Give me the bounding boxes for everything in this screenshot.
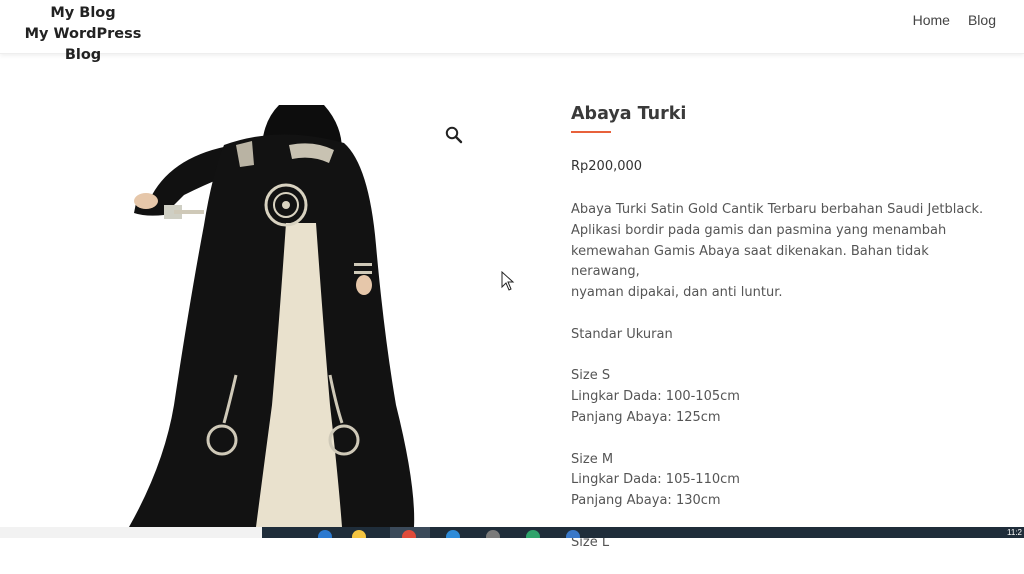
- product-summary: Abaya Turki Rp200,000 Abaya Turki Satin …: [571, 101, 991, 574]
- size-label: Size M: [571, 451, 614, 467]
- description-line: Abaya Turki Satin Gold Cantik Terbaru be…: [571, 202, 984, 217]
- taskbar-app-icon[interactable]: [318, 530, 332, 538]
- magnifier-icon: [445, 126, 463, 144]
- site-header: My Blog My WordPress Blog Home Blog: [0, 0, 1024, 63]
- product-title: Abaya Turki: [571, 104, 687, 124]
- size-length: Panjang Abaya: 130cm: [571, 493, 721, 509]
- site-branding: My Blog My WordPress Blog: [12, 3, 154, 66]
- size-chest: Lingkar Dada: 100-105cm: [571, 389, 740, 405]
- size-length: Panjang Abaya: 125cm: [571, 409, 721, 425]
- title-underline: [571, 131, 611, 133]
- taskbar-app-icon[interactable]: [446, 530, 460, 538]
- taskbar-app-icon[interactable]: [566, 530, 580, 538]
- os-taskbar: 11:2: [0, 527, 1024, 538]
- site-tagline: My WordPress Blog: [24, 26, 142, 63]
- product-price: Rp200,000: [571, 159, 643, 174]
- description-intro: Abaya Turki Satin Gold Cantik Terbaru be…: [571, 200, 991, 304]
- nav-item-blog[interactable]: Blog: [968, 12, 996, 28]
- size-block-m: Size M Lingkar Dada: 105-110cm Panjang A…: [571, 450, 991, 512]
- taskbar-search[interactable]: [0, 527, 262, 538]
- taskbar-app-icon[interactable]: [402, 530, 416, 538]
- product-image[interactable]: [24, 105, 484, 527]
- size-chest: Lingkar Dada: 105-110cm: [571, 472, 740, 488]
- size-standard-heading: Standar Ukuran: [571, 326, 673, 342]
- product-description: Abaya Turki Satin Gold Cantik Terbaru be…: [571, 200, 991, 554]
- description-line: Aplikasi bordir pada gamis dan pasmina y…: [571, 222, 947, 238]
- description-line: nyaman dipakai, dan anti luntur.: [571, 285, 783, 301]
- taskbar-app-icon[interactable]: [526, 530, 540, 538]
- abaya-photo: [129, 105, 415, 527]
- site-title[interactable]: My Blog: [12, 3, 154, 24]
- mouse-pointer-icon: [501, 271, 515, 291]
- taskbar-clock[interactable]: 11:2: [1007, 527, 1022, 538]
- primary-nav: Home Blog: [913, 12, 996, 28]
- taskbar-app-icon[interactable]: [352, 530, 366, 538]
- size-label: Size S: [571, 368, 611, 384]
- size-block-s: Size S Lingkar Dada: 100-105cm Panjang A…: [571, 366, 991, 428]
- taskbar-app-icon[interactable]: [486, 530, 500, 538]
- description-line: kemewahan Gamis Abaya saat dikenakan. Ba…: [571, 243, 929, 280]
- nav-item-home[interactable]: Home: [913, 12, 950, 28]
- zoom-button[interactable]: [438, 120, 470, 150]
